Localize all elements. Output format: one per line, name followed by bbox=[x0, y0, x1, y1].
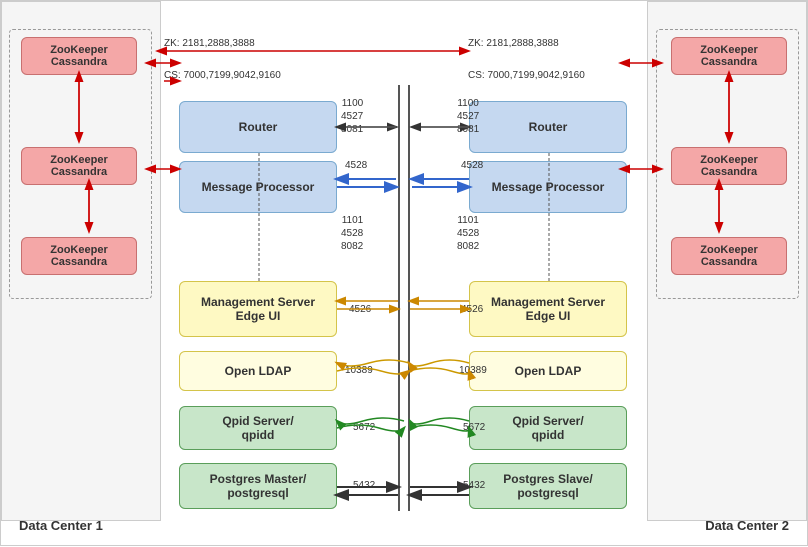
msg-proc-right-label: Message Processor bbox=[492, 180, 605, 194]
cs-port-left: CS: 7000,7199,9042,9160 bbox=[164, 69, 281, 82]
zk-box-left-1: ZooKeeperCassandra bbox=[21, 37, 137, 75]
zk-port-right: ZK: 2181,2888,3888 bbox=[468, 37, 559, 50]
mgmt-right-label: Management Server Edge UI bbox=[491, 295, 605, 323]
pg-port-right: 5432 bbox=[463, 479, 485, 492]
zk-box-left-3: ZooKeeperCassandra bbox=[21, 237, 137, 275]
mgmt-port-left: 4526 bbox=[349, 303, 371, 316]
msg-proc-right: Message Processor bbox=[469, 161, 627, 213]
dc-label-right: Data Center 2 bbox=[705, 518, 789, 533]
qpid-port-left: 5672 bbox=[353, 421, 375, 434]
router-port-right: 1100 4527 8081 bbox=[457, 97, 479, 136]
qpid-right: Qpid Server/ qpidd bbox=[469, 406, 627, 450]
cs-port-right-text: CS: 7000,7199,9042,9160 bbox=[468, 70, 585, 81]
ldap-right: Open LDAP bbox=[469, 351, 627, 391]
ldap-left-label: Open LDAP bbox=[225, 364, 292, 378]
cs-port-left-text: CS: 7000,7199,9042,9160 bbox=[164, 70, 281, 81]
qpid-right-label: Qpid Server/ qpidd bbox=[512, 414, 583, 442]
zk-port-right-text: ZK: 2181,2888,3888 bbox=[468, 38, 559, 49]
qpid-left-label: Qpid Server/ qpidd bbox=[222, 414, 293, 442]
router-left: Router bbox=[179, 101, 337, 153]
router-right: Router bbox=[469, 101, 627, 153]
mp-port-left-bottom: 1101 4528 8082 bbox=[341, 214, 363, 253]
router-port-left: 1100 4527 8081 bbox=[341, 97, 363, 136]
mgmt-left-label: Management Server Edge UI bbox=[201, 295, 315, 323]
ldap-port-left: 10389 bbox=[345, 364, 373, 377]
zk-box-right-3: ZooKeeperCassandra bbox=[671, 237, 787, 275]
msg-proc-left: Message Processor bbox=[179, 161, 337, 213]
pg-port-left: 5432 bbox=[353, 479, 375, 492]
router-right-label: Router bbox=[529, 120, 568, 134]
mgmt-port-right: 4526 bbox=[461, 303, 483, 316]
qpid-port-right: 5672 bbox=[463, 421, 485, 434]
mp-port-left-top: 4528 bbox=[345, 159, 367, 172]
ldap-left: Open LDAP bbox=[179, 351, 337, 391]
msg-proc-left-label: Message Processor bbox=[202, 180, 315, 194]
ldap-port-right: 10389 bbox=[459, 364, 487, 377]
pg-right-label: Postgres Slave/ postgresql bbox=[503, 472, 592, 500]
router-left-label: Router bbox=[239, 120, 278, 134]
mp-port-right-top: 4528 bbox=[461, 159, 483, 172]
qpid-left: Qpid Server/ qpidd bbox=[179, 406, 337, 450]
mp-port-right-bottom: 1101 4528 8082 bbox=[457, 214, 479, 253]
mgmt-right: Management Server Edge UI bbox=[469, 281, 627, 337]
zk-box-right-2: ZooKeeperCassandra bbox=[671, 147, 787, 185]
zk-box-left-2: ZooKeeperCassandra bbox=[21, 147, 137, 185]
pg-right: Postgres Slave/ postgresql bbox=[469, 463, 627, 509]
zk-port-left: ZK: 2181,2888,3888 bbox=[164, 37, 255, 50]
ldap-right-label: Open LDAP bbox=[515, 364, 582, 378]
main-container: ZooKeeperCassandra ZooKeeperCassandra Zo… bbox=[0, 0, 808, 546]
cs-port-right: CS: 7000,7199,9042,9160 bbox=[468, 69, 585, 82]
zk-port-left-text: ZK: 2181,2888,3888 bbox=[164, 38, 255, 49]
pg-left: Postgres Master/ postgresql bbox=[179, 463, 337, 509]
pg-left-label: Postgres Master/ postgresql bbox=[210, 472, 307, 500]
zk-box-right-1: ZooKeeperCassandra bbox=[671, 37, 787, 75]
mgmt-left: Management Server Edge UI bbox=[179, 281, 337, 337]
dc-label-left: Data Center 1 bbox=[19, 518, 103, 533]
